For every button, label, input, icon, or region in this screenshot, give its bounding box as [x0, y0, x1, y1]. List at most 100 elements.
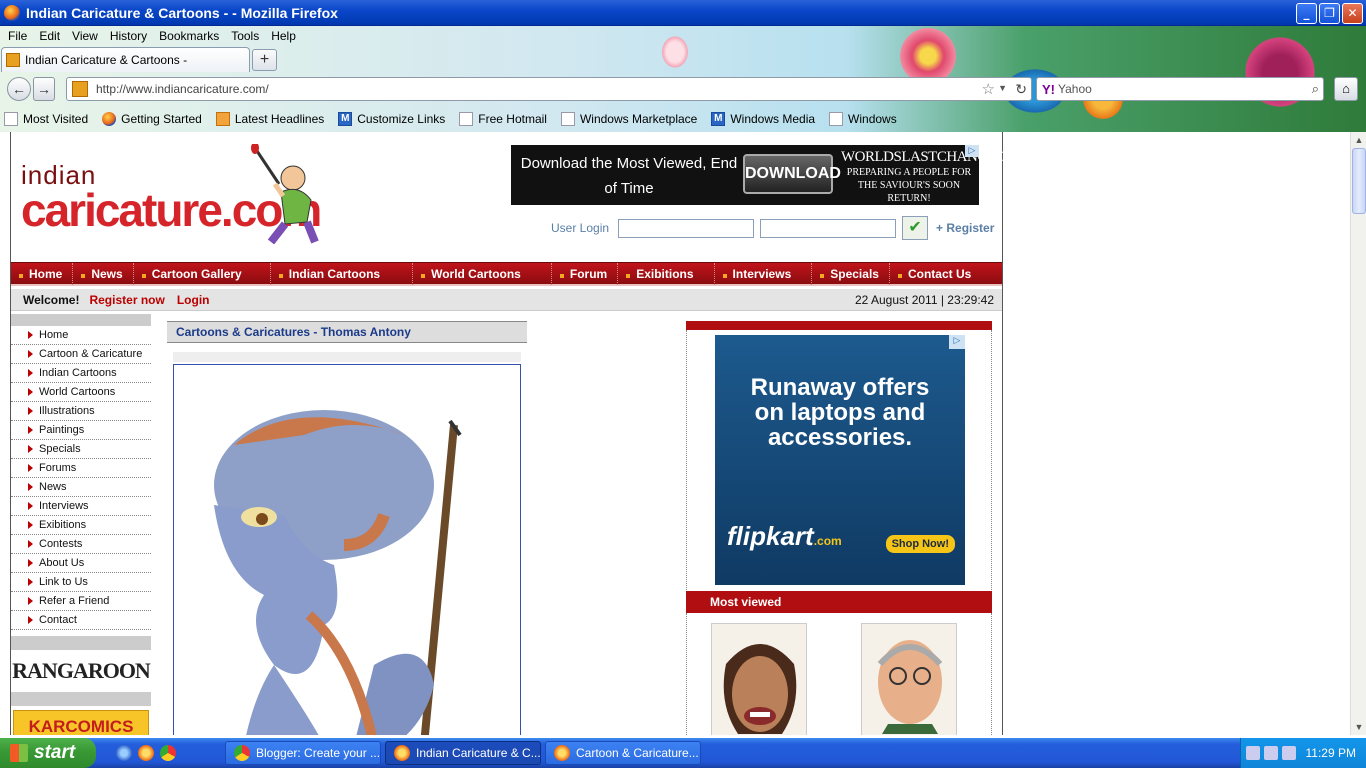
menu-help[interactable]: Help: [265, 27, 302, 45]
url-bar[interactable]: http://www.indiancaricature.com/ ☆ ▼ ↻: [66, 77, 1032, 101]
bookmark-windows[interactable]: Windows: [825, 112, 897, 126]
prophecy-banner-ad[interactable]: Download the Most Viewed, End of Time Bi…: [511, 145, 1032, 222]
network-icon[interactable]: [1245, 746, 1260, 760]
rangaroon-logo[interactable]: RANGAROON: [11, 652, 151, 690]
bookmark-windows-marketplace[interactable]: Windows Marketplace: [557, 112, 697, 126]
leftnav-item[interactable]: Forums: [11, 459, 151, 478]
leftnav-item[interactable]: World Cartoons: [11, 383, 151, 402]
menu-edit[interactable]: Edit: [33, 27, 66, 45]
leftnav-item[interactable]: Refer a Friend: [11, 592, 151, 611]
leftnav-item[interactable]: Contests: [11, 535, 151, 554]
bookmark-customize-links[interactable]: M Customize Links: [334, 112, 445, 126]
leftnav-item[interactable]: Cartoon & Caricature: [11, 345, 151, 364]
bookmark-label: Most Visited: [23, 112, 89, 126]
nav-specials[interactable]: Specials: [812, 262, 890, 285]
login-submit-icon[interactable]: ✔: [902, 216, 929, 240]
home-button[interactable]: ⌂: [1334, 77, 1358, 101]
bookmark-latest-headlines[interactable]: Latest Headlines: [212, 112, 324, 126]
password-input[interactable]: [760, 218, 897, 238]
right-column: Runaway offers on laptops and accessorie…: [686, 321, 992, 735]
menu-history[interactable]: History: [104, 27, 153, 45]
leftnav-item[interactable]: Contact: [11, 611, 151, 630]
taskbar-item-cartoon-caricature[interactable]: Cartoon & Caricature...: [545, 741, 701, 765]
vertical-scrollbar[interactable]: ▲ ▼: [1350, 132, 1366, 735]
bookmark-most-visited[interactable]: Most Visited: [0, 112, 88, 126]
flipkart-ad[interactable]: Runaway offers on laptops and accessorie…: [715, 335, 965, 585]
menu-file[interactable]: File: [2, 27, 33, 45]
leftnav-item[interactable]: Interviews: [11, 497, 151, 516]
nav-world-cartoons[interactable]: World Cartoons: [413, 262, 552, 285]
leftnav-item[interactable]: Illustrations: [11, 402, 151, 421]
page-icon: [560, 112, 575, 126]
tray-clock[interactable]: 11:29 PM: [1306, 746, 1356, 760]
taskbar-item-indian-caricature[interactable]: Indian Caricature & C...: [385, 741, 541, 765]
tab-indian-caricature[interactable]: Indian Caricature & Cartoons -: [1, 47, 250, 72]
most-viewed-thumb[interactable]: [861, 623, 957, 735]
caricature-image[interactable]: [173, 364, 521, 735]
karcomics-logo[interactable]: KARCOMICS: [13, 710, 149, 735]
volume-icon[interactable]: [1263, 746, 1278, 760]
bookmark-label: Windows: [848, 112, 897, 126]
yahoo-icon[interactable]: Y!: [1042, 82, 1055, 97]
search-icon[interactable]: ⌕: [1312, 81, 1319, 97]
leftnav-label: About Us: [39, 557, 85, 569]
leftnav-item[interactable]: About Us: [11, 554, 151, 573]
site-identity-icon[interactable]: [72, 81, 88, 97]
window-title: Indian Caricature & Cartoons - - Mozilla…: [26, 4, 338, 21]
nav-forum[interactable]: Forum: [552, 262, 619, 285]
url-dropdown-icon[interactable]: ▼: [998, 83, 1007, 93]
reload-icon[interactable]: ↻: [1015, 81, 1027, 98]
chrome-icon[interactable]: [160, 745, 176, 761]
forward-button[interactable]: →: [33, 77, 55, 101]
restore-button[interactable]: ❐: [1319, 3, 1340, 24]
nav-indian-cartoons[interactable]: Indian Cartoons: [271, 262, 414, 285]
leftnav-item[interactable]: Indian Cartoons: [11, 364, 151, 383]
leftnav-item[interactable]: Paintings: [11, 421, 151, 440]
menu-tools[interactable]: Tools: [225, 27, 265, 45]
leftnav-item[interactable]: News: [11, 478, 151, 497]
adchoices-icon[interactable]: ▷: [949, 335, 965, 349]
scroll-up-icon[interactable]: ▲: [1352, 133, 1366, 147]
leftnav-item[interactable]: Home: [11, 326, 151, 345]
nav-interviews[interactable]: Interviews: [715, 262, 813, 285]
scroll-down-icon[interactable]: ▼: [1352, 720, 1366, 734]
menu-view[interactable]: View: [66, 27, 104, 45]
firefox-icon[interactable]: [138, 745, 154, 761]
security-icon[interactable]: [1281, 746, 1296, 760]
adchoices-icon[interactable]: ▷: [965, 145, 979, 157]
shop-now-button[interactable]: Shop Now!: [885, 535, 955, 553]
bookmark-free-hotmail[interactable]: Free Hotmail: [455, 112, 547, 126]
start-button[interactable]: start: [0, 738, 96, 768]
login-link[interactable]: Login: [177, 293, 210, 307]
internet-explorer-icon[interactable]: [116, 745, 132, 761]
banner-download-button[interactable]: DOWNLOAD: [743, 154, 841, 194]
bookmark-getting-started[interactable]: Getting Started: [98, 112, 202, 126]
bookmark-star-icon[interactable]: ☆: [982, 80, 995, 98]
gallery-strip: [173, 352, 521, 362]
close-button[interactable]: ✕: [1342, 3, 1363, 24]
window-titlebar: Indian Caricature & Cartoons - - Mozilla…: [0, 0, 1366, 26]
scrollbar-thumb[interactable]: [1352, 148, 1366, 214]
username-input[interactable]: [618, 218, 755, 238]
nav-news[interactable]: News: [73, 262, 134, 285]
nav-label: Indian Cartoons: [288, 266, 381, 281]
leftnav-item[interactable]: Exibitions: [11, 516, 151, 535]
nav-contact-us[interactable]: Contact Us: [890, 263, 981, 285]
most-viewed-thumb[interactable]: [711, 623, 807, 735]
leftnav-item[interactable]: Link to Us: [11, 573, 151, 592]
taskbar-item-blogger[interactable]: Blogger: Create your ...: [225, 741, 381, 765]
minimize-button[interactable]: _: [1296, 3, 1317, 24]
leftnav-item[interactable]: Specials: [11, 440, 151, 459]
search-bar[interactable]: Y! Yahoo ⌕: [1036, 77, 1324, 101]
arrow-icon: [28, 616, 33, 624]
menu-bookmarks[interactable]: Bookmarks: [153, 27, 225, 45]
bookmark-label: Windows Marketplace: [579, 112, 698, 126]
register-now-link[interactable]: Register now: [89, 293, 164, 307]
register-link[interactable]: + Register: [936, 221, 994, 235]
nav-exibitions[interactable]: Exibitions: [618, 262, 715, 285]
nav-home[interactable]: Home: [11, 262, 74, 285]
new-tab-button[interactable]: +: [252, 49, 277, 71]
back-button[interactable]: ←: [7, 77, 31, 101]
nav-cartoon-gallery[interactable]: Cartoon Gallery: [134, 262, 271, 285]
bookmark-windows-media[interactable]: M Windows Media: [707, 112, 815, 126]
